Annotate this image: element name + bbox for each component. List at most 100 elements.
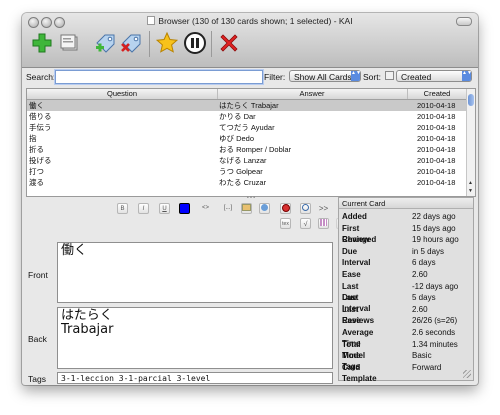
picture-icon[interactable] xyxy=(241,203,252,214)
table-row[interactable]: 打つ うつ Golpear 2010-04-18 xyxy=(27,166,467,177)
add-tags-icon xyxy=(96,34,115,53)
cell-question: 指 xyxy=(29,134,37,143)
stat-value: 2.60 xyxy=(412,270,428,279)
cell-answer: ゆび Dedo xyxy=(219,134,255,143)
delete-tags-button[interactable] xyxy=(120,31,144,55)
sort-label: Sort: xyxy=(363,72,381,82)
stat-key: Card Template xyxy=(342,362,377,383)
column-header-answer[interactable]: Answer xyxy=(217,89,408,99)
scrollbar-thumb[interactable] xyxy=(468,94,474,106)
sort-order-icon[interactable] xyxy=(385,71,394,80)
filter-select[interactable]: Show All Cards ▲▼ xyxy=(289,70,361,82)
stat-key: Due xyxy=(342,246,358,256)
cell-question: 働く xyxy=(29,101,44,110)
sort-select[interactable]: Created ▲▼ xyxy=(396,70,472,82)
stat-value: 19 hours ago xyxy=(412,235,459,245)
table-scrollbar[interactable]: ▲ ▼ xyxy=(466,89,475,196)
cards-button[interactable] xyxy=(58,31,82,55)
stat-key: Added xyxy=(342,212,367,221)
cell-question: 手伝う xyxy=(29,123,52,132)
red-x-icon xyxy=(220,34,238,52)
delete-button[interactable] xyxy=(217,31,241,55)
cell-answer: うつ Golpear xyxy=(219,167,263,176)
back-field[interactable]: はたらく Trabajar xyxy=(57,307,333,369)
stat-value: 2.6 seconds xyxy=(412,328,456,337)
html-button[interactable]: <> xyxy=(200,203,211,214)
star-icon xyxy=(155,31,179,53)
cell-created: 2010-04-18 xyxy=(417,178,456,187)
cell-created: 2010-04-18 xyxy=(417,101,456,110)
table-row[interactable]: 指 ゆび Dedo 2010-04-18 xyxy=(27,133,467,144)
table-row[interactable]: 渡る わたる Cruzar 2010-04-18 xyxy=(27,177,467,188)
italic-button[interactable]: I xyxy=(138,203,149,214)
color-grid-icon[interactable] xyxy=(318,218,329,229)
record-icon[interactable] xyxy=(280,203,291,214)
back-text: はたらく Trabajar xyxy=(61,308,114,337)
cell-created: 2010-04-18 xyxy=(417,156,456,165)
mark-button[interactable] xyxy=(155,31,179,55)
front-field[interactable]: 働く xyxy=(57,242,333,303)
cell-answer: おる Romper / Doblar xyxy=(219,145,292,154)
latex-button[interactable]: tex xyxy=(280,218,291,229)
search-input[interactable] xyxy=(55,70,263,84)
table-row[interactable]: 借りる かりる Dar 2010-04-18 xyxy=(27,111,467,122)
search-row: Search: Filter: Show All Cards ▲▼ Sort: … xyxy=(22,68,478,86)
search-icon[interactable] xyxy=(300,203,311,214)
column-header-question[interactable]: Question xyxy=(27,89,218,99)
more-button[interactable]: >> xyxy=(318,203,329,214)
toolbar-separator xyxy=(211,31,212,57)
add-tags-button[interactable] xyxy=(94,31,118,55)
current-card-header: Current Card xyxy=(339,198,473,209)
cell-answer: てつだう Ayudar xyxy=(219,123,275,132)
delete-tags-icon xyxy=(121,34,141,53)
stat-value: 15 days ago xyxy=(412,223,456,233)
cloze-button[interactable]: [...] xyxy=(221,203,235,214)
stat-value: 26/26 (s=26) xyxy=(412,316,458,326)
suspend-button[interactable] xyxy=(183,31,207,55)
cell-created: 2010-04-18 xyxy=(417,167,456,176)
scroll-down-arrow-icon[interactable]: ▼ xyxy=(468,188,473,194)
card-stack-icon xyxy=(60,34,78,51)
cell-answer: なげる Lanzar xyxy=(219,156,267,165)
cell-answer: かりる Dar xyxy=(219,112,256,121)
window-title: Browser (130 of 130 cards shown; 1 selec… xyxy=(158,16,353,26)
add-card-button[interactable] xyxy=(30,31,54,55)
title-bar: Browser (130 of 130 cards shown; 1 selec… xyxy=(22,13,478,68)
cell-created: 2010-04-18 xyxy=(417,134,456,143)
cell-question: 打つ xyxy=(29,167,44,176)
table-header: Question Answer Created xyxy=(27,89,467,100)
stat-key: Changed xyxy=(342,235,377,245)
text-color-button[interactable] xyxy=(179,203,190,214)
stat-key: Reviews xyxy=(342,316,375,326)
cell-question: 投げる xyxy=(29,156,52,165)
underline-button[interactable]: U xyxy=(159,203,170,214)
splitter-handle[interactable]: • • • xyxy=(247,195,255,201)
scroll-up-arrow-icon[interactable]: ▲ xyxy=(468,180,473,186)
sound-icon[interactable] xyxy=(259,203,270,214)
table-row[interactable]: 手伝う てつだう Ayudar 2010-04-18 xyxy=(27,122,467,133)
table-row[interactable]: 働く はたらく Trabajar 2010-04-18 xyxy=(27,100,467,111)
bold-button[interactable]: B xyxy=(117,203,128,214)
stat-value: in 5 days xyxy=(412,246,445,256)
table-row[interactable]: 折る おる Romper / Doblar 2010-04-18 xyxy=(27,144,467,155)
pause-icon xyxy=(184,32,206,54)
stat-value: 2.60 xyxy=(412,304,428,314)
column-header-created[interactable]: Created xyxy=(407,89,467,99)
resize-grip[interactable] xyxy=(463,370,471,378)
tags-label: Tags xyxy=(28,374,46,384)
cell-answer: わたる Cruzar xyxy=(219,178,267,187)
card-editor: B I U <> [...] >> tex √ Front 働く Back はた… xyxy=(28,203,347,384)
stat-key: Ease xyxy=(342,270,361,279)
window-title-wrap: Browser (130 of 130 cards shown; 1 selec… xyxy=(22,16,478,26)
math-button[interactable]: √ xyxy=(300,218,311,229)
search-label: Search: xyxy=(26,72,56,82)
table-row[interactable]: 投げる なげる Lanzar 2010-04-18 xyxy=(27,155,467,166)
stat-value: 6 days xyxy=(412,258,436,268)
tags-text: 3-1-leccion 3-1-parcial 3-level xyxy=(61,374,211,383)
stat-key: Interval xyxy=(342,258,371,268)
toolbar-separator xyxy=(149,31,150,57)
front-label: Front xyxy=(28,270,48,280)
stat-value: -12 days ago xyxy=(412,281,459,291)
toolbar-toggle-button[interactable] xyxy=(456,17,472,26)
tags-field[interactable]: 3-1-leccion 3-1-parcial 3-level xyxy=(57,372,333,384)
